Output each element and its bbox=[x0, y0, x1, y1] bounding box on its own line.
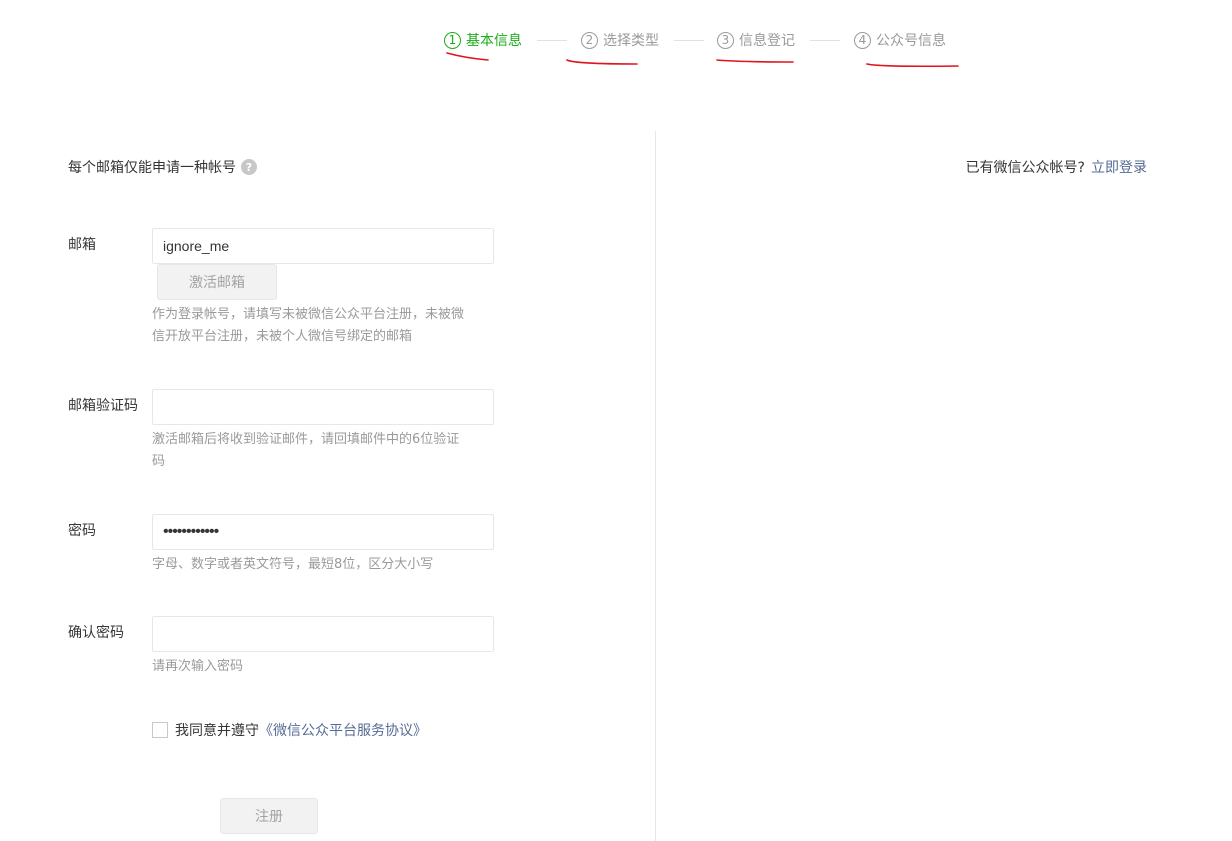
step-connector bbox=[674, 40, 704, 41]
step-indicator: 1 基本信息 2 选择类型 3 信息登记 4 公众号信息 bbox=[0, 29, 1232, 69]
step-connector bbox=[810, 40, 840, 41]
password-field[interactable] bbox=[152, 514, 494, 550]
login-link[interactable]: 立即登录 bbox=[1091, 160, 1147, 176]
register-page: 1 基本信息 2 选择类型 3 信息登记 4 公众号信息 每个邮箱仅能申请一种帐… bbox=[0, 0, 1232, 841]
agree-checkbox[interactable] bbox=[152, 722, 168, 738]
step-info-register: 3 信息登记 bbox=[717, 29, 795, 51]
step-basic-info: 1 基本信息 bbox=[444, 29, 522, 51]
confirm-password-description: 请再次输入密码 bbox=[152, 659, 244, 674]
step-number: 4 bbox=[854, 31, 871, 49]
service-agreement-link[interactable]: 《微信公众平台服务协议》 bbox=[259, 720, 427, 740]
step-label: 选择类型 bbox=[603, 33, 659, 49]
login-hint-text: 已有微信公众帐号? bbox=[965, 160, 1085, 176]
agreement-row: 我同意并遵守 《微信公众平台服务协议》 bbox=[152, 720, 427, 740]
confirm-password-label: 确认密码 bbox=[68, 625, 124, 641]
email-description: 作为登录帐号，请填写未被微信公众平台注册，未被微信开放平台注册，未被个人微信号绑… bbox=[152, 307, 465, 344]
email-tip: 每个邮箱仅能申请一种帐号 ? bbox=[68, 157, 257, 177]
register-button[interactable]: 注册 bbox=[220, 798, 318, 834]
step-number: 2 bbox=[581, 31, 598, 49]
step-connector bbox=[537, 40, 567, 41]
verification-code-field[interactable] bbox=[152, 389, 494, 425]
code-description: 激活邮箱后将收到验证邮件，请回填邮件中的6位验证码 bbox=[152, 432, 460, 469]
step-label: 信息登记 bbox=[739, 33, 795, 49]
step-select-type: 2 选择类型 bbox=[581, 29, 659, 51]
vertical-divider bbox=[655, 131, 656, 841]
question-icon[interactable]: ? bbox=[241, 159, 257, 175]
activate-email-button[interactable]: 激活邮箱 bbox=[157, 264, 277, 300]
step-label: 基本信息 bbox=[466, 33, 522, 49]
agree-text: 我同意并遵守 bbox=[175, 723, 259, 739]
confirm-password-field[interactable] bbox=[152, 616, 494, 652]
code-label: 邮箱验证码 bbox=[68, 398, 138, 414]
email-tip-text: 每个邮箱仅能申请一种帐号 bbox=[68, 160, 236, 176]
login-hint: 已有微信公众帐号? 立即登录 bbox=[966, 157, 1147, 177]
step-number: 3 bbox=[717, 31, 734, 49]
email-field[interactable] bbox=[152, 228, 494, 264]
email-label: 邮箱 bbox=[68, 237, 96, 253]
password-description: 字母、数字或者英文符号，最短8位，区分大小写 bbox=[152, 557, 434, 572]
password-label: 密码 bbox=[68, 523, 96, 539]
step-label: 公众号信息 bbox=[876, 33, 946, 49]
step-account-info: 4 公众号信息 bbox=[854, 29, 946, 51]
step-number: 1 bbox=[444, 31, 461, 49]
